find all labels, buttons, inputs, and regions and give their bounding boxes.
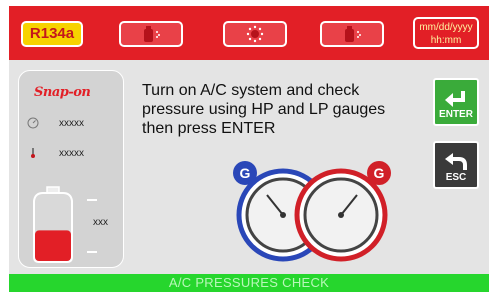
enter-arrow-icon xyxy=(445,91,465,107)
status-bar: A/C PRESSURES CHECK xyxy=(9,274,489,292)
datetime-button[interactable]: mm/dd/yyyy hh:mm xyxy=(413,17,479,49)
temperature-value: xxxxx xyxy=(59,147,84,159)
low-side-marker: G xyxy=(240,165,251,181)
machine-status-panel: Snap-on xxxxx xxxxx xxx xyxy=(18,70,124,268)
recover-tank-icon xyxy=(144,26,160,42)
vacuum-button[interactable] xyxy=(223,21,287,47)
enter-button[interactable]: ENTER xyxy=(433,78,479,126)
refrigerant-badge[interactable]: R134a xyxy=(21,21,83,47)
esc-button[interactable]: ESC xyxy=(433,141,479,189)
device-frame: R134a mm/dd/yyyy hh:mm Snap-on xxxxx xxx… xyxy=(0,0,498,297)
recharge-button[interactable] xyxy=(320,21,384,47)
high-side-marker: G xyxy=(374,165,385,181)
enter-label: ENTER xyxy=(439,109,473,120)
pressure-value: xxxxx xyxy=(59,117,84,129)
manifold-gauges-image: G G xyxy=(231,157,391,265)
pressure-row: xxxxx xyxy=(27,117,84,129)
tank-fill xyxy=(35,230,71,261)
recharge-tank-icon xyxy=(345,26,361,42)
temperature-row: xxxxx xyxy=(27,147,84,159)
esc-label: ESC xyxy=(445,172,467,183)
top-bar: R134a mm/dd/yyyy hh:mm xyxy=(9,6,489,60)
brand-logo: Snap-on xyxy=(34,85,91,100)
tank-value: xxx xyxy=(93,217,108,228)
time-text: hh:mm xyxy=(430,35,462,46)
vacuum-icon xyxy=(246,25,264,43)
thermometer-icon xyxy=(31,148,35,158)
instruction-text: Turn on A/C system and check pressure us… xyxy=(142,82,386,137)
screen: R134a mm/dd/yyyy hh:mm Snap-on xxxxx xxx… xyxy=(9,6,489,292)
date-text: mm/dd/yyyy xyxy=(419,22,473,33)
recover-button[interactable] xyxy=(119,21,183,47)
back-arrow-icon xyxy=(445,153,467,170)
tank-scale-tick xyxy=(87,199,97,201)
tank-icon xyxy=(33,186,73,263)
content-area: Snap-on xxxxx xxxxx xxx Turn on A/C syst… xyxy=(9,60,489,274)
pressure-gauge-icon xyxy=(27,117,39,129)
tank-scale-tick xyxy=(87,251,97,253)
